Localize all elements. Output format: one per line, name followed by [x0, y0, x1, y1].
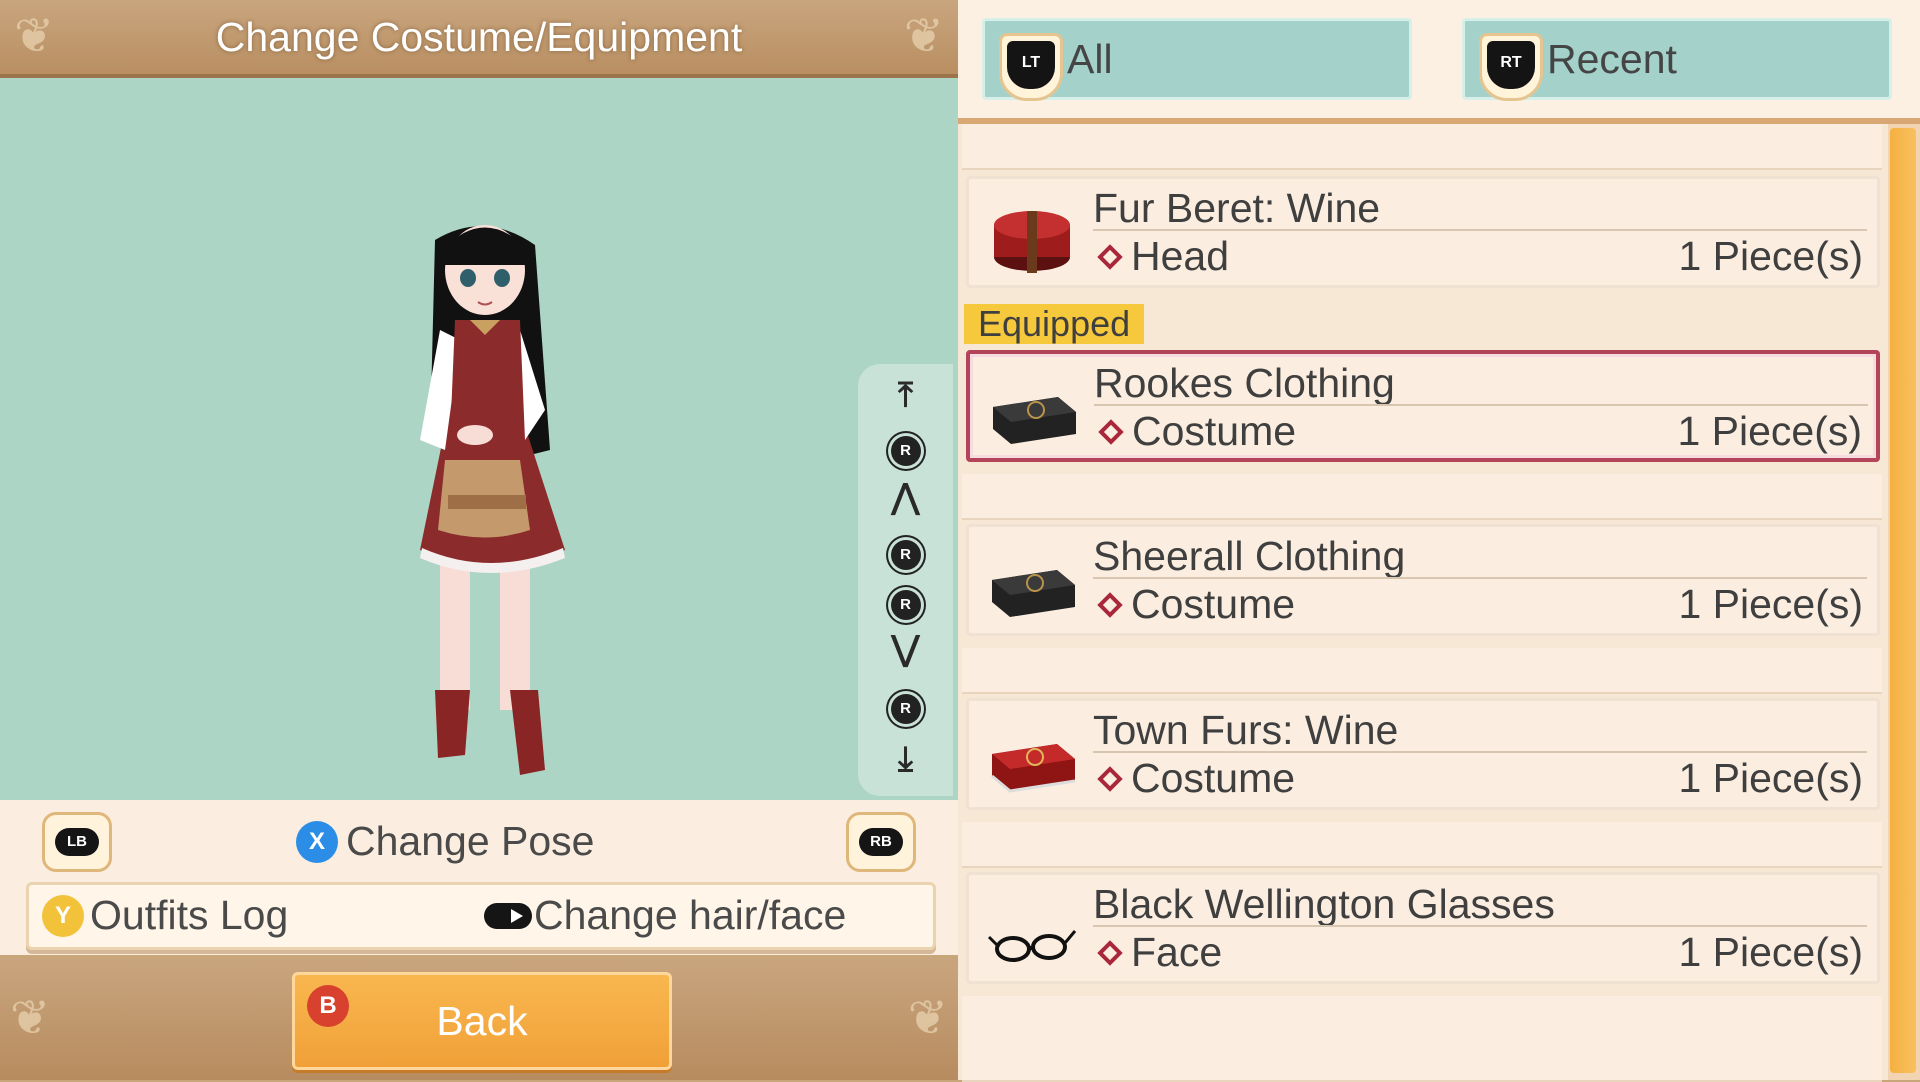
back-label: Back	[436, 998, 528, 1044]
rstick-down-icon[interactable]: R	[858, 694, 953, 724]
lt-key-icon: LT	[999, 33, 1063, 101]
item-category-label: Costume	[1131, 581, 1296, 627]
page-title: Change Costume/Equipment	[215, 14, 743, 60]
rstick-label: R	[890, 540, 921, 570]
rstick-left-icon[interactable]: R	[858, 540, 953, 570]
rb-button[interactable]: RB	[846, 812, 916, 872]
lt-key-label: LT	[1007, 41, 1055, 89]
item-category: Costume	[1093, 581, 1295, 628]
rstick-right-icon[interactable]: R	[858, 590, 953, 620]
diamond-icon	[1097, 244, 1123, 270]
item-name: Fur Beret: Wine	[1093, 185, 1381, 231]
item-category-label: Face	[1131, 929, 1223, 975]
item-divider	[1093, 925, 1867, 927]
camera-controls: ⤒ R ⋀ R R ⋁ R ⤓	[858, 364, 953, 796]
list-spacer	[962, 996, 1882, 1082]
change-pose-button[interactable]: X Change Pose	[296, 818, 594, 865]
glasses-icon	[987, 930, 1077, 962]
list-spacer	[962, 648, 1882, 694]
camera-zoom-in-icon[interactable]: ⋀	[858, 480, 953, 514]
y-key-icon: Y	[42, 894, 84, 937]
list-spacer	[962, 124, 1882, 170]
item-quantity: 1 Piece(s)	[1677, 408, 1862, 454]
tab-all-label: All	[1067, 36, 1113, 82]
camera-top-icon[interactable]: ⤒	[858, 378, 953, 412]
camera-bottom-icon[interactable]: ⤓	[858, 742, 953, 776]
item-quantity: 1 Piece(s)	[1678, 233, 1863, 279]
diamond-icon	[1097, 592, 1123, 618]
camera-zoom-out-icon[interactable]: ⋁	[858, 632, 953, 666]
item-name: Sheerall Clothing	[1093, 533, 1406, 579]
list-item[interactable]: Fur Beret: Wine Head 1 Piece(s)	[966, 176, 1880, 288]
list-item[interactable]: Sheerall Clothing Costume 1 Piece(s)	[966, 524, 1880, 636]
item-category-label: Costume	[1132, 408, 1297, 454]
item-category-label: Head	[1131, 233, 1230, 279]
ornament-icon: ❦	[10, 992, 51, 1045]
back-button[interactable]: B Back	[292, 972, 672, 1070]
item-category: Head	[1093, 233, 1229, 280]
diamond-icon	[1097, 940, 1123, 966]
item-category: Face	[1093, 929, 1222, 976]
tab-recent-label: Recent	[1547, 36, 1677, 82]
rstick-label: R	[890, 694, 921, 724]
list-item[interactable]: Black Wellington Glasses Face 1 Piece(s)	[966, 872, 1880, 984]
item-name: Town Furs: Wine	[1093, 707, 1399, 753]
item-quantity: 1 Piece(s)	[1678, 581, 1863, 627]
rt-key-label: RT	[1487, 41, 1535, 89]
character-model	[420, 225, 565, 775]
lb-label: LB	[55, 828, 99, 856]
item-category: Costume	[1093, 755, 1295, 802]
equipped-badge: Equipped	[964, 304, 1145, 344]
diamond-icon	[1097, 766, 1123, 792]
outfits-log-label: Outfits Log	[90, 892, 289, 938]
item-divider	[1093, 229, 1867, 231]
scrollbar-thumb[interactable]	[1890, 128, 1916, 1073]
hatbox-icon	[994, 211, 1070, 273]
ornament-icon: ❦	[907, 992, 948, 1045]
rstick-label: R	[890, 436, 921, 466]
x-key-icon: X	[296, 820, 338, 863]
rstick-up-icon[interactable]: R	[858, 436, 953, 466]
list-spacer	[962, 822, 1882, 868]
rb-label: RB	[859, 828, 903, 856]
costume-case-red-icon	[991, 744, 1076, 793]
change-pose-label: Change Pose	[346, 818, 595, 864]
rstick-label: R	[890, 590, 921, 620]
item-name: Black Wellington Glasses	[1093, 881, 1555, 927]
preview-panel: ❦ ❦ Change Costume/Equipment ⤒ R ⋀ R R ⋁…	[0, 0, 958, 1080]
outfits-log-button[interactable]: Y Outfits Log	[42, 892, 288, 939]
lb-button[interactable]: LB	[42, 812, 112, 872]
item-category-label: Costume	[1131, 755, 1296, 801]
change-hair-face-button[interactable]: Change hair/face	[484, 892, 846, 939]
view-key-icon	[484, 902, 532, 929]
item-name: Rookes Clothing	[1094, 360, 1395, 406]
tab-all[interactable]: LT All	[982, 18, 1412, 101]
tabs-bar: LT All RT Recent	[958, 0, 1920, 124]
costume-case-black-icon	[992, 570, 1075, 617]
item-quantity: 1 Piece(s)	[1678, 929, 1863, 975]
item-divider	[1093, 577, 1867, 579]
change-hair-face-label: Change hair/face	[534, 892, 847, 938]
costume-case-black-icon	[993, 397, 1076, 444]
tab-recent[interactable]: RT Recent	[1462, 18, 1892, 101]
item-category: Costume	[1094, 408, 1296, 455]
list-item[interactable]: Rookes Clothing Costume 1 Piece(s)	[966, 350, 1880, 462]
list-spacer	[962, 474, 1882, 520]
diamond-icon	[1098, 419, 1124, 445]
item-divider	[1094, 404, 1868, 406]
rt-key-icon: RT	[1479, 33, 1543, 101]
list-item[interactable]: Town Furs: Wine Costume 1 Piece(s)	[966, 698, 1880, 810]
item-divider	[1093, 751, 1867, 753]
item-quantity: 1 Piece(s)	[1678, 755, 1863, 801]
